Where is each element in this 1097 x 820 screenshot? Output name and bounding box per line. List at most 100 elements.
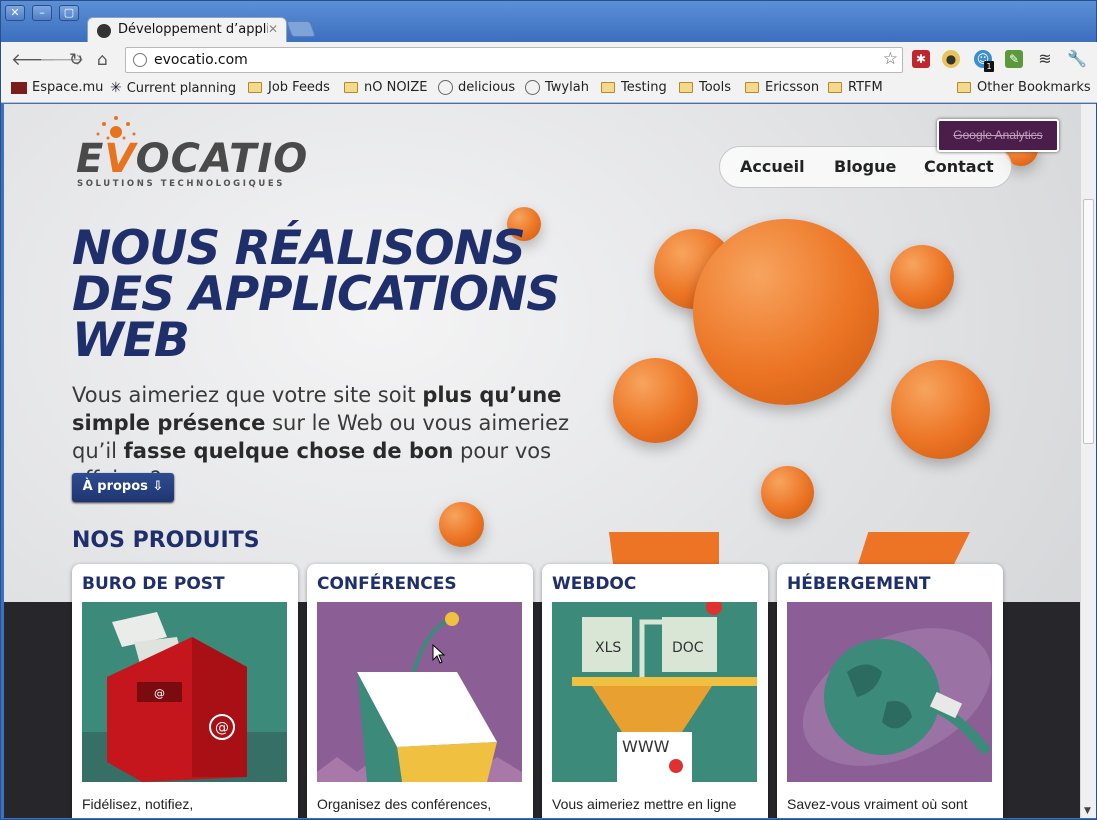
extension-asterisk-icon[interactable]: ✱ <box>912 50 930 68</box>
hero-headline: NOUS RÉALISONS DES APPLICATIONS WEB <box>72 221 592 368</box>
logo-text: V <box>104 136 136 182</box>
bookmark-label: nO NOIZE <box>364 80 428 95</box>
mailbox-illustration: @ @ <box>82 602 287 782</box>
doc-label: DOC <box>672 640 704 656</box>
www-label: WWW <box>622 737 670 756</box>
site-icon <box>11 81 27 94</box>
bookmark-star-icon[interactable]: ☆ <box>883 49 898 69</box>
title-bar: ✕ – ▢ Développement d’applicat ✕ <box>1 1 1097 43</box>
bookmark-label: Twylah <box>545 80 589 95</box>
product-title: BURO DE POST <box>82 574 225 594</box>
wrench-icon[interactable]: 🔧 <box>1067 50 1087 68</box>
browser-window: ✕ – ▢ Développement d’applicat ✕ 🡐 🡒 ↻ ⌂… <box>0 0 1097 820</box>
product-title: WEBDOC <box>552 574 637 594</box>
product-text: Organisez des conférences, <box>317 796 492 812</box>
headline-line: DES APPLICATIONS <box>72 267 560 322</box>
about-button[interactable]: À propos ⇩ <box>72 473 174 502</box>
mouse-cursor-icon <box>432 644 446 664</box>
minimize-icon[interactable]: – <box>32 5 52 21</box>
bookmark-label: Current planning <box>126 80 237 96</box>
new-tab-button[interactable] <box>286 21 316 37</box>
folder-icon <box>248 82 262 93</box>
tab-favicon-icon <box>97 24 111 38</box>
bookmarks-bar: Espace.mu ✳ Current planning Job Feeds nO… <box>1 77 1097 103</box>
globe-icon <box>525 80 540 95</box>
scroll-down-icon[interactable]: ▼ <box>1084 806 1091 816</box>
bookmark-item[interactable]: Twylah <box>525 80 589 95</box>
xls-label: XLS <box>595 640 621 656</box>
bookmark-label: delicious <box>458 80 516 95</box>
bookmark-label: Espace.mu <box>32 80 104 95</box>
main-nav: Accueil Blogue Contact <box>719 146 1012 188</box>
google-analytics-button[interactable]: Google Analytics <box>937 119 1059 152</box>
globe-icon <box>133 53 147 67</box>
orange-bubble <box>439 502 484 547</box>
folder-icon <box>828 82 842 93</box>
bookmark-folder[interactable]: Job Feeds <box>248 80 330 95</box>
extension-cookie-icon[interactable]: ● <box>942 50 960 68</box>
product-title: HÉBERGEMENT <box>787 574 931 594</box>
product-card-conferences[interactable]: CONFÉRENCES Organisez des conférences, <box>307 564 533 818</box>
folder-icon <box>344 82 358 93</box>
browser-toolbar: 🡐 🡒 ↻ ⌂ evocatio.com ☆ ✱ ● ☺ 1 ✎ ≋ 🔧 <box>1 42 1097 77</box>
maximize-icon[interactable]: ▢ <box>59 5 79 21</box>
nav-accueil[interactable]: Accueil <box>740 157 805 176</box>
product-title: CONFÉRENCES <box>317 574 457 594</box>
bookmark-folder[interactable]: Tools <box>679 80 731 95</box>
bookmark-label: RTFM <box>848 80 883 95</box>
globe-icon <box>438 80 453 95</box>
other-bookmarks-folder[interactable]: Other Bookmarks <box>957 80 1091 95</box>
mailbox-at-label: @ <box>215 720 229 736</box>
scrollbar-thumb[interactable] <box>1083 199 1094 444</box>
orange-bubble <box>761 466 814 519</box>
folder-icon <box>601 82 615 93</box>
evernote-icon[interactable]: ✎ <box>1005 50 1023 68</box>
folder-icon <box>679 82 693 93</box>
tab-close-icon[interactable]: ✕ <box>268 22 278 36</box>
intro-bold: fasse quelque chose de bon <box>123 439 454 463</box>
bookmark-item[interactable]: Espace.mu <box>11 80 103 95</box>
product-text: Fidélisez, notifiez, <box>82 796 194 812</box>
bookmark-item[interactable]: ✳ Current planning <box>110 80 236 96</box>
bookmark-folder[interactable]: nO NOIZE <box>344 80 428 95</box>
logo-text: E <box>76 136 105 182</box>
orange-bubble <box>693 219 879 405</box>
address-bar[interactable]: evocatio.com ☆ <box>125 47 903 73</box>
tab-active[interactable]: Développement d’applicat ✕ <box>87 17 287 43</box>
product-text: Vous aimeriez mettre en ligne <box>552 796 737 812</box>
tab-title: Développement d’applicat <box>118 22 268 37</box>
bookmark-label: Testing <box>621 80 667 95</box>
bookmark-folder[interactable]: Ericsson <box>745 80 819 95</box>
bookmark-label: Other Bookmarks <box>977 80 1091 95</box>
bookmark-folder[interactable]: Testing <box>601 80 667 95</box>
reload-icon[interactable]: ↻ <box>69 50 83 70</box>
page-viewport: EVOCATIO SOLUTIONS TECHNOLOGIQUES Accuei… <box>4 104 1080 818</box>
bookmark-label: Job Feeds <box>268 80 330 95</box>
headline-line: NOUS RÉALISONS <box>72 221 526 276</box>
layers-icon[interactable]: ≋ <box>1036 50 1054 68</box>
bookmark-folder[interactable]: RTFM <box>828 80 883 95</box>
product-card-webdoc[interactable]: WEBDOC XLS DOC WWW Vous aimeriez mettre … <box>542 564 768 818</box>
extension-badge: 1 <box>984 61 994 72</box>
webdoc-illustration: XLS DOC WWW <box>552 602 757 782</box>
close-icon[interactable]: ✕ <box>5 5 25 21</box>
orange-bubble <box>891 360 990 459</box>
intro-text: Vous aimeriez que votre site soit <box>72 383 423 407</box>
site-logo[interactable]: EVOCATIO <box>76 136 308 182</box>
home-icon[interactable]: ⌂ <box>97 50 108 70</box>
product-card-buro[interactable]: BURO DE POST @ @ Fidélisez, notifiez, <box>72 564 298 818</box>
folder-icon <box>957 82 971 93</box>
podium-illustration <box>317 602 522 782</box>
mailbox-at-label: @ <box>154 687 165 700</box>
bookmark-item[interactable]: delicious <box>438 80 515 95</box>
folder-icon <box>745 82 759 93</box>
site-icon: ✳ <box>110 80 122 96</box>
product-text: Savez-vous vraiment où sont <box>787 796 968 812</box>
logo-tagline: SOLUTIONS TECHNOLOGIQUES <box>77 179 285 189</box>
orange-bubble <box>613 358 698 443</box>
nav-blogue[interactable]: Blogue <box>834 157 896 176</box>
product-card-hebergement[interactable]: HÉBERGEMENT Savez-vous vraiment où sont <box>777 564 1003 818</box>
vertical-scrollbar[interactable]: ▼ <box>1080 104 1096 818</box>
nav-contact[interactable]: Contact <box>924 157 994 176</box>
headline-line: WEB <box>72 313 190 368</box>
